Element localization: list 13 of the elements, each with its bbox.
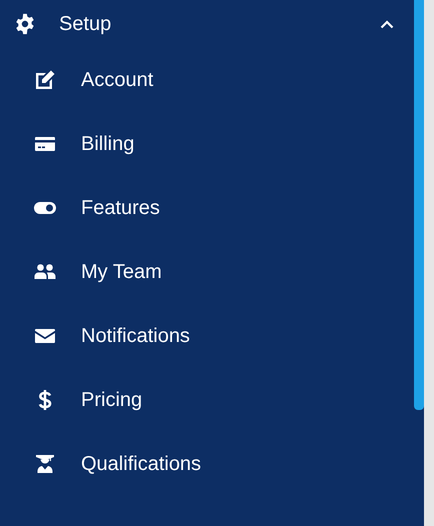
menu-item[interactable]: Account [81,68,154,92]
menu-section-title[interactable]: Setup [59,12,380,36]
scrollbar-thumb[interactable] [414,0,424,410]
menu-item[interactable]: Billing [81,132,134,156]
menu-item[interactable]: My Team [81,260,162,284]
menu-item[interactable]: Pricing [81,388,142,412]
menu-item[interactable]: Features [81,196,160,220]
menu-item[interactable]: Notifications [81,324,190,348]
menu-item[interactable]: Qualifications [81,452,202,476]
graduate-icon [33,452,57,476]
edit-icon [33,68,57,92]
settings-icon [14,13,36,35]
caret-up-icon[interactable] [380,20,394,28]
